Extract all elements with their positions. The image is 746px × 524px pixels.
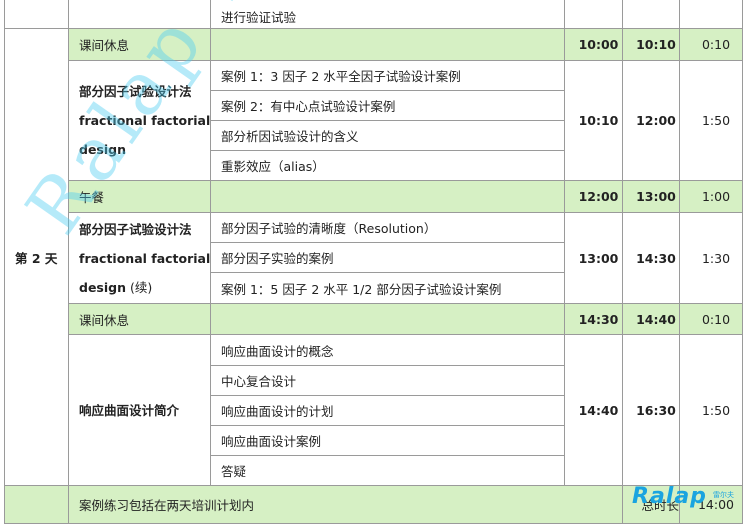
lunch-duration: 1:00 (679, 180, 743, 213)
break-2-duration: 0:10 (679, 303, 743, 335)
block-1-item: 重影效应（alias） (210, 150, 565, 181)
row-block-1: 部分因子试验设计法 fractional factorial design 案例… (5, 60, 743, 181)
validation-item: 进行验证试验 (210, 0, 565, 29)
block-1-end: 12:00 (622, 60, 680, 181)
block-2-item: 部分因子试验的清晰度（Resolution） (210, 212, 565, 243)
lunch-end: 13:00 (622, 180, 680, 213)
block-2-duration: 1:30 (679, 212, 743, 304)
block-1-item: 案例 1：3 因子 2 水平全因子试验设计案例 (210, 60, 565, 91)
block-3-duration: 1:50 (679, 334, 743, 486)
block-3-end: 16:30 (622, 334, 680, 486)
block-1-duration: 1:50 (679, 60, 743, 181)
total-label: 总时长 (622, 485, 680, 524)
block-1-item: 部分析因试验设计的含义 (210, 120, 565, 151)
row-block-2: 部分因子试验设计法 fractional factorial design (续… (5, 212, 743, 304)
schedule-page: 进行验证试验 第 2 天 课间休息 10:00 10:10 0:10 部分因子试… (0, 0, 746, 524)
day-label: 第 2 天 (4, 28, 69, 486)
row-footer: 案例练习包括在两天培训计划内 总时长 14:00 (4, 485, 743, 524)
break-1-label: 课间休息 (68, 28, 211, 61)
block-1-title: 部分因子试验设计法 fractional factorial design (68, 60, 211, 181)
row-validation: 进行验证试验 (4, 0, 743, 29)
break-1-start: 10:00 (564, 28, 623, 61)
block-2-item: 部分因子实验的案例 (210, 242, 565, 273)
break-1-end: 10:10 (622, 28, 680, 61)
block-3-item: 答疑 (210, 455, 565, 486)
lunch-label: 午餐 (68, 180, 211, 213)
training-schedule-table: 进行验证试验 第 2 天 课间休息 10:00 10:10 0:10 部分因子试… (4, 0, 743, 524)
break-2-end: 14:40 (622, 303, 680, 335)
block-3-item: 中心复合设计 (210, 365, 565, 396)
row-break-2: 课间休息 14:30 14:40 0:10 (5, 303, 743, 335)
break-1-duration: 0:10 (679, 28, 743, 61)
block-1-item: 案例 2：有中心点试验设计案例 (210, 90, 565, 121)
row-break-1: 第 2 天 课间休息 10:00 10:10 0:10 (4, 28, 743, 486)
block-2-end: 14:30 (622, 212, 680, 304)
lunch-start: 12:00 (564, 180, 623, 213)
total-value: 14:00 (679, 485, 743, 524)
block-3-item: 响应曲面设计的概念 (210, 334, 565, 366)
row-lunch: 午餐 12:00 13:00 1:00 (5, 180, 743, 213)
block-3-start: 14:40 (564, 334, 623, 486)
block-3-item: 响应曲面设计案例 (210, 425, 565, 456)
block-2-title: 部分因子试验设计法 fractional factorial design (续… (68, 212, 211, 304)
break-2-start: 14:30 (564, 303, 623, 335)
row-block-3: 响应曲面设计简介 响应曲面设计的概念 14:40 16:30 1:50 (5, 334, 743, 486)
block-2-start: 13:00 (564, 212, 623, 304)
footer-note: 案例练习包括在两天培训计划内 (68, 485, 623, 524)
block-3-item: 响应曲面设计的计划 (210, 395, 565, 426)
block-1-start: 10:10 (564, 60, 623, 181)
block-2-item: 案例 1：5 因子 2 水平 1/2 部分因子试验设计案例 (210, 272, 565, 304)
break-2-label: 课间休息 (68, 303, 211, 335)
block-3-title: 响应曲面设计简介 (68, 334, 211, 486)
